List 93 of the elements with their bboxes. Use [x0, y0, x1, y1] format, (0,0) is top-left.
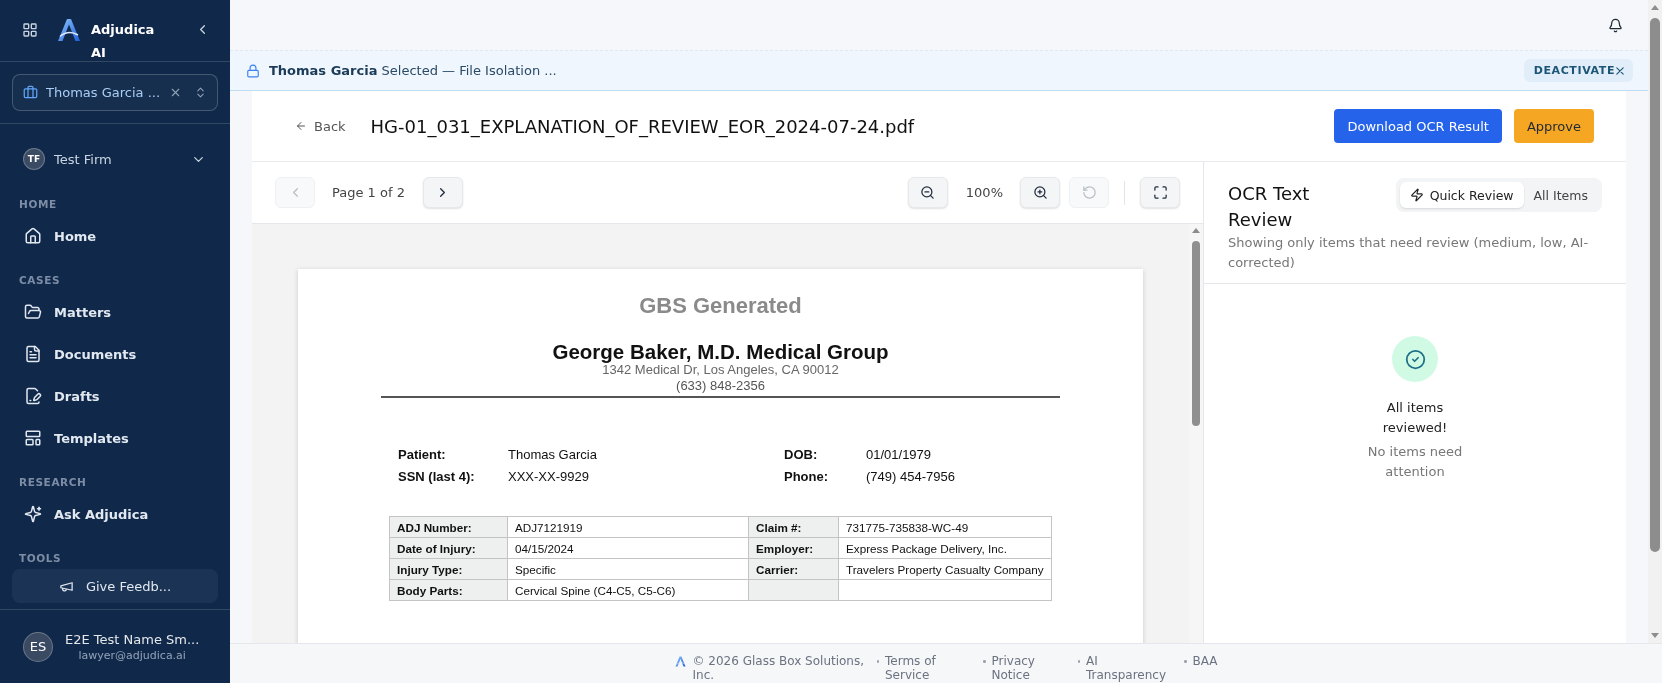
table-cell: Travelers Property Casualty Company: [838, 558, 1052, 580]
section-label: HOME: [18, 197, 58, 212]
file-name: HG-01_031_EXPLANATION_OF_REVIEW_EOR_2024-07-24.pdf: [370, 115, 915, 137]
arrow-left-icon: [295, 120, 307, 132]
practice-name: George Baker, M.D. Medical Group: [551, 341, 890, 362]
chevron-up-down-icon[interactable]: [194, 86, 207, 99]
scroll-up-icon[interactable]: [1192, 228, 1200, 233]
layout-icon: [24, 429, 42, 447]
footer-link[interactable]: AI Transparency: [1086, 654, 1172, 682]
table-cell: Express Package Delivery, Inc.: [838, 537, 1052, 559]
nav-item[interactable]: Documents: [11, 333, 219, 375]
page-indicator: Page 1 of 2: [332, 185, 405, 200]
scrollbar-thumb[interactable]: [1650, 18, 1660, 552]
field-value: XXX-XX-9929: [508, 468, 590, 486]
user-avatar: ES: [23, 631, 53, 662]
nav-item[interactable]: Matters: [11, 291, 219, 333]
practice-phone: (633) 848-2356: [675, 378, 766, 394]
close-icon: [1616, 66, 1624, 75]
close-icon[interactable]: [169, 86, 182, 99]
zoom-out-button[interactable]: [907, 177, 948, 208]
firm-name: Test Firm: [54, 151, 112, 167]
download-button[interactable]: Download OCR Result: [1334, 109, 1502, 143]
zoom-level: 100%: [965, 185, 1003, 200]
empty-state-title: All items reviewed!: [1381, 399, 1449, 437]
footer-link[interactable]: BAA: [1192, 654, 1218, 668]
document-header-note: GBS Generated: [638, 293, 803, 319]
field-label: Patient:: [398, 446, 447, 464]
nav-item[interactable]: Drafts: [11, 375, 219, 417]
firm-switcher[interactable]: TF Test Firm: [0, 139, 230, 179]
nav-item[interactable]: Home: [11, 215, 219, 257]
field-label: DOB:: [784, 446, 819, 464]
table-cell: Body Parts:: [389, 579, 508, 601]
table-cell: Cervical Spine (C4-C5, C5-C6): [507, 579, 749, 601]
banner-text: Thomas Garcia Selected — File Isolation ...: [269, 63, 557, 78]
table-cell: Injury Type:: [389, 558, 508, 580]
empty-state-message: No items need attention: [1366, 443, 1464, 481]
table-cell: 04/15/2024: [507, 537, 749, 559]
check-circle-icon: [1392, 336, 1438, 382]
scrollbar-thumb[interactable]: [1192, 241, 1200, 426]
table-cell: Specific: [507, 558, 749, 580]
table-cell: Date of Injury:: [389, 537, 508, 559]
firm-avatar: TF: [23, 148, 45, 170]
table-cell: ADJ7121919: [507, 516, 749, 538]
field-label: SSN (last 4):: [398, 468, 476, 486]
section-label: RESEARCH: [18, 475, 88, 490]
field-value: Thomas Garcia: [508, 446, 598, 464]
field-value: (749) 454-7956: [866, 468, 956, 486]
briefcase-icon: [23, 85, 38, 100]
approve-button[interactable]: Approve: [1513, 109, 1594, 143]
feedback-button[interactable]: Give Feedb...: [12, 569, 218, 603]
brand-name: Adjudica AI: [91, 21, 156, 62]
document-pen-icon: [24, 387, 42, 405]
section-label: CASES: [18, 273, 62, 288]
copyright-text: © 2026 Glass Box Solutions, Inc.: [692, 654, 865, 682]
nav-item[interactable]: Templates: [11, 417, 219, 459]
bell-icon[interactable]: [1608, 17, 1623, 33]
scroll-down-icon[interactable]: [1651, 633, 1659, 638]
panel-title: OCR Text Review: [1228, 182, 1311, 232]
table-cell: 731775-735838-WC-49: [838, 516, 1052, 538]
zoom-out-icon: [920, 185, 936, 200]
tab[interactable]: All Items: [1523, 182, 1598, 208]
footer-link[interactable]: Terms of Service: [885, 654, 971, 682]
panel-description: Showing only items that need review (medium, low, AI-corrected): [1228, 234, 1590, 272]
document-icon: [24, 345, 42, 363]
apps-grid-icon[interactable]: [22, 22, 38, 38]
table-cell: Claim #:: [748, 516, 839, 538]
user-name: E2E Test Name Sm...: [65, 631, 200, 647]
deactivate-button[interactable]: DEACTIVATE: [1523, 59, 1633, 82]
field-value: 01/01/1979: [866, 446, 933, 464]
folder-icon: [24, 303, 42, 321]
zoom-in-icon: [1032, 185, 1048, 200]
lightning-bolt-icon: [1409, 188, 1424, 202]
fullscreen-button[interactable]: [1140, 177, 1180, 208]
footer-link[interactable]: Privacy Notice: [991, 654, 1066, 682]
nav-item[interactable]: Ask Adjudica: [11, 493, 219, 535]
logo-icon: [674, 656, 686, 667]
logo-icon: [57, 18, 81, 42]
tab[interactable]: Quick Review: [1399, 182, 1524, 208]
sparkle-icon: [24, 505, 42, 523]
rotate-icon: [1081, 185, 1097, 200]
lock-icon: [246, 63, 260, 78]
fullscreen-icon: [1152, 185, 1168, 200]
back-button[interactable]: Back: [295, 118, 346, 134]
home-icon: [24, 227, 42, 245]
selected-matter: Thomas Garcia ...: [46, 85, 161, 100]
zoom-in-button[interactable]: [1020, 177, 1060, 208]
matter-selector[interactable]: Thomas Garcia ...: [12, 74, 218, 111]
scroll-up-icon[interactable]: [1651, 5, 1659, 10]
section-label: TOOLS: [18, 551, 63, 566]
field-label: Phone:: [784, 468, 830, 486]
practice-address: 1342 Medical Dr, Los Angeles, CA 90012: [602, 362, 839, 377]
user-email: lawyer@adjudica.ai: [78, 648, 186, 662]
table-cell: ADJ Number:: [389, 516, 508, 538]
